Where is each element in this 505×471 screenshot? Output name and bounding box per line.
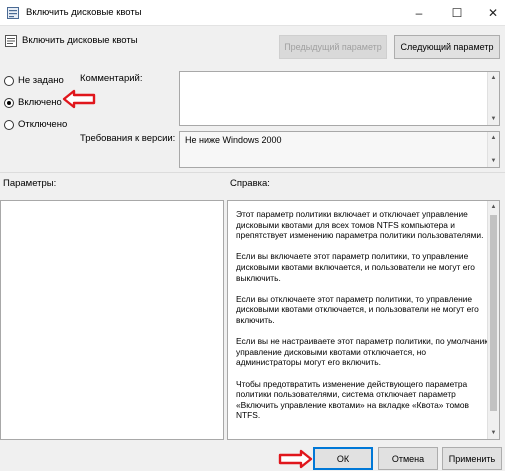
window-title: Включить дисковые квоты <box>26 7 142 18</box>
scroll-down-icon[interactable]: ▼ <box>488 427 499 439</box>
help-panel[interactable]: Этот параметр политики включает и отключ… <box>227 200 500 440</box>
comment-scrollbar[interactable]: ▲ ▼ <box>487 72 499 125</box>
scroll-up-icon[interactable]: ▲ <box>488 72 499 84</box>
help-paragraph: Если вы включаете этот параметр политики… <box>236 251 475 283</box>
radio-disabled[interactable]: Отключено <box>4 119 67 130</box>
radio-not-configured-indicator[interactable] <box>4 75 14 86</box>
help-text: Этот параметр политики включает и отключ… <box>236 209 491 431</box>
scroll-down-icon[interactable]: ▼ <box>488 155 499 167</box>
scroll-up-icon[interactable]: ▲ <box>488 132 499 144</box>
help-label: Справка: <box>230 178 270 189</box>
minimize-icon: – <box>415 6 423 20</box>
options-panel[interactable] <box>0 200 224 440</box>
policy-name: Включить дисковые квоты <box>22 35 138 46</box>
requirements-value: Не ниже Windows 2000 <box>185 135 282 145</box>
radio-disabled-label: Отключено <box>18 119 68 130</box>
policy-header: Включить дисковые квоты Предыдущий парам… <box>0 28 505 68</box>
policy-app-icon <box>7 7 19 19</box>
help-scrollbar[interactable]: ▲ ▼ <box>487 201 499 439</box>
radio-enabled[interactable]: Включено <box>4 97 62 108</box>
next-setting-button[interactable]: Следующий параметр <box>394 35 500 59</box>
previous-setting-button[interactable]: Предыдущий параметр <box>279 35 387 59</box>
annotation-arrow-icon <box>62 89 96 109</box>
radio-disabled-indicator[interactable] <box>4 119 14 130</box>
section-divider <box>0 172 505 173</box>
comment-textarea[interactable]: ▲ ▼ <box>179 71 500 126</box>
radio-enabled-label: Включено <box>18 97 62 108</box>
maximize-icon: ☐ <box>451 6 463 20</box>
requirements-field: Не ниже Windows 2000 ▲ ▼ <box>179 131 500 168</box>
help-paragraph: Этот параметр политики включает и отключ… <box>236 209 484 241</box>
radio-not-configured[interactable]: Не задано <box>4 75 64 86</box>
cancel-button[interactable]: Отмена <box>378 447 438 470</box>
help-paragraph: Если вы отключаете этот параметр политик… <box>236 293 479 325</box>
scroll-up-icon[interactable]: ▲ <box>488 201 499 213</box>
radio-enabled-indicator[interactable] <box>4 97 14 108</box>
apply-button[interactable]: Применить <box>442 447 502 470</box>
comment-label: Комментарий: <box>80 73 143 84</box>
requirements-label: Требования к версии: <box>80 133 176 144</box>
scroll-thumb[interactable] <box>490 215 497 411</box>
policy-setting-icon <box>5 35 17 47</box>
ok-button[interactable]: ОК <box>313 447 373 470</box>
radio-not-configured-label: Не задано <box>18 75 64 86</box>
requirements-scrollbar[interactable]: ▲ ▼ <box>487 132 499 167</box>
scroll-down-icon[interactable]: ▼ <box>488 113 499 125</box>
minimize-button[interactable]: – <box>402 0 436 26</box>
annotation-arrow-icon <box>278 449 313 469</box>
help-paragraph: Чтобы предотвратить изменение действующе… <box>236 378 469 421</box>
options-label: Параметры: <box>3 178 57 189</box>
maximize-button[interactable]: ☐ <box>440 0 474 26</box>
close-button[interactable]: ✕ <box>476 0 505 26</box>
close-icon: ✕ <box>487 6 499 20</box>
title-bar[interactable]: Включить дисковые квоты – ☐ ✕ <box>0 0 505 26</box>
help-paragraph: Если вы не настраиваете этот параметр по… <box>236 336 491 368</box>
dialog-window: Включить дисковые квоты – ☐ ✕ Включить д… <box>0 0 505 471</box>
